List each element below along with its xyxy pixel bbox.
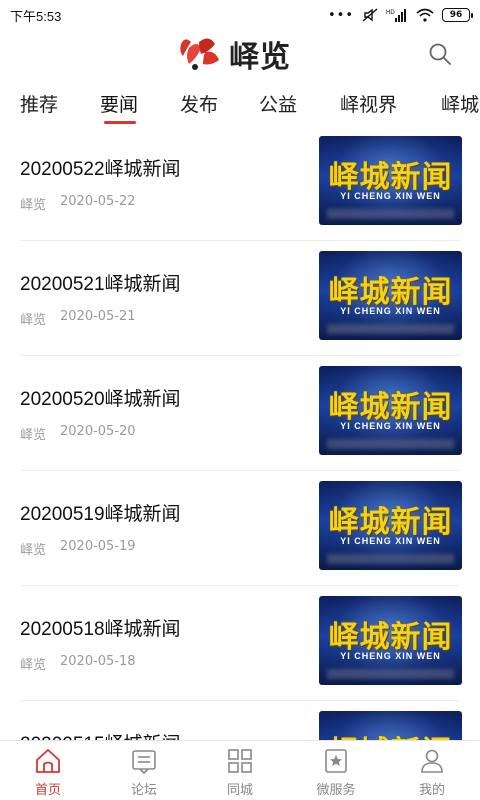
thumbnail-reflection [327,669,454,679]
grid-icon [228,749,252,773]
thumbnail-title-en: YI CHENG XIN WEN [340,651,441,661]
nav-mine-label: 我的 [418,783,445,798]
battery-icon: 96 [442,8,473,22]
news-meta: 峄览 2020-05-18 [20,654,136,673]
signal-icon: HD [386,9,406,22]
news-meta: 峄览 2020-05-20 [20,424,136,443]
news-title[interactable]: 20200520峄城新闻 [20,384,181,411]
thumbnail-reflection [327,439,454,449]
svg-text:HD: HD [386,10,395,16]
news-thumbnail[interactable]: 峄城新闻 YI CHENG XIN WEN [319,596,462,685]
nav-forum-label: 论坛 [130,783,157,798]
status-icons: ••• HD 96 [327,7,473,23]
list-item[interactable]: 20200519峄城新闻 峄览 2020-05-19 峄城新闻 YI CHENG… [0,471,480,586]
user-icon [421,749,443,773]
thumbnail-title-cn: 峄城新闻 [328,390,453,425]
news-source: 峄览 [20,428,47,443]
thumbnail-title-cn: 峄城新闻 [328,160,453,195]
thumbnail-reflection [327,209,454,219]
list-item[interactable]: 20200522峄城新闻 峄览 2020-05-22 峄城新闻 YI CHENG… [0,126,480,241]
bottom-nav: 首页 论坛 同城 微服务 我的 [0,740,480,800]
tab-headlines[interactable]: 要闻 [100,90,138,122]
news-list[interactable]: 20200522峄城新闻 峄览 2020-05-22 峄城新闻 YI CHENG… [0,126,480,740]
thumbnail-title-cn: 峄城新闻 [328,275,453,310]
nav-local-label: 同城 [226,783,253,798]
thumbnail-title-en: YI CHENG XIN WEN [340,191,441,201]
tab-recommend[interactable]: 推荐 [20,90,58,122]
list-item[interactable]: 20200518峄城新闻 峄览 2020-05-18 峄城新闻 YI CHENG… [0,586,480,701]
news-thumbnail[interactable]: 峄城新闻 YI CHENG XIN WEN [319,481,462,570]
thumbnail-title-en: YI CHENG XIN WEN [340,421,441,431]
news-thumbnail[interactable]: 峄城新闻 YI CHENG XIN WEN [319,366,462,455]
news-date: 2020-05-20 [60,424,136,439]
thumbnail-title-cn: 峄城新闻 [319,727,462,740]
tab-yicheng[interactable]: 峄城 [441,90,479,122]
app-header: 峄览 [0,30,480,78]
wifi-icon [416,8,434,22]
news-date: 2020-05-22 [60,194,136,209]
nav-microservice[interactable]: 微服务 [288,747,384,799]
category-tabs: 推荐 要闻 发布 公益 峄视界 峄城 [0,84,480,128]
news-meta: 峄览 2020-05-21 [20,309,136,328]
thumbnail-title-en: YI CHENG XIN WEN [340,306,441,316]
news-thumbnail[interactable]: 峄城新闻 YI CHENG XIN WEN [319,251,462,340]
star-doc-icon [325,749,347,773]
brand-logo-icon [180,38,219,70]
thumbnail-reflection [327,324,454,334]
brand: 峄览 [175,32,291,76]
thumbnail-title-en: YI CHENG XIN WEN [340,536,441,546]
news-meta: 峄览 2020-05-22 [20,194,136,213]
thumbnail-title-cn: 峄城新闻 [328,620,453,655]
news-meta: 峄览 2020-05-19 [20,539,136,558]
news-title[interactable]: 20200519峄城新闻 [20,499,181,526]
tab-publish[interactable]: 发布 [180,90,218,122]
mute-icon [362,8,378,22]
brand-name: 峄览 [229,40,291,75]
search-icon[interactable] [428,42,452,66]
forum-icon [132,750,156,775]
nav-home[interactable]: 首页 [0,747,96,799]
home-icon [36,749,60,773]
news-source: 峄览 [20,658,47,673]
thumbnail-reflection [327,554,454,564]
list-item[interactable]: 20200521峄城新闻 峄览 2020-05-21 峄城新闻 YI CHENG… [0,241,480,356]
news-title[interactable]: 20200518峄城新闻 [20,614,181,641]
list-item[interactable]: 20200520峄城新闻 峄览 2020-05-20 峄城新闻 YI CHENG… [0,356,480,471]
news-thumbnail[interactable]: 峄城新闻 YI CHENG XIN WEN [319,711,462,740]
nav-mine[interactable]: 我的 [384,747,480,799]
list-item[interactable]: 20200515峄城新闻 峄览 峄城新闻 YI CHENG XIN WEN [0,701,480,740]
news-title[interactable]: 20200522峄城新闻 [20,154,181,181]
tab-charity[interactable]: 公益 [259,90,297,122]
news-thumbnail[interactable]: 峄城新闻 YI CHENG XIN WEN [319,136,462,225]
tab-vision[interactable]: 峄视界 [340,90,397,122]
news-date: 2020-05-19 [60,539,136,554]
nav-forum[interactable]: 论坛 [96,747,192,799]
thumbnail-title-cn: 峄城新闻 [328,505,453,540]
news-source: 峄览 [20,543,47,558]
status-time: 下午5:53 [10,8,62,24]
nav-microservice-label: 微服务 [316,783,356,798]
nav-local[interactable]: 同城 [192,747,288,799]
news-source: 峄览 [20,313,47,328]
news-source: 峄览 [20,198,47,213]
nav-home-label: 首页 [34,783,61,798]
news-date: 2020-05-21 [60,309,136,324]
news-title[interactable]: 20200515峄城新闻 [20,729,181,740]
active-tab-indicator [104,121,136,124]
news-date: 2020-05-18 [60,654,136,669]
status-bar: 下午5:53 ••• HD 96 [0,0,480,30]
notification-dots-icon: ••• [327,7,354,23]
news-title[interactable]: 20200521峄城新闻 [20,269,181,296]
